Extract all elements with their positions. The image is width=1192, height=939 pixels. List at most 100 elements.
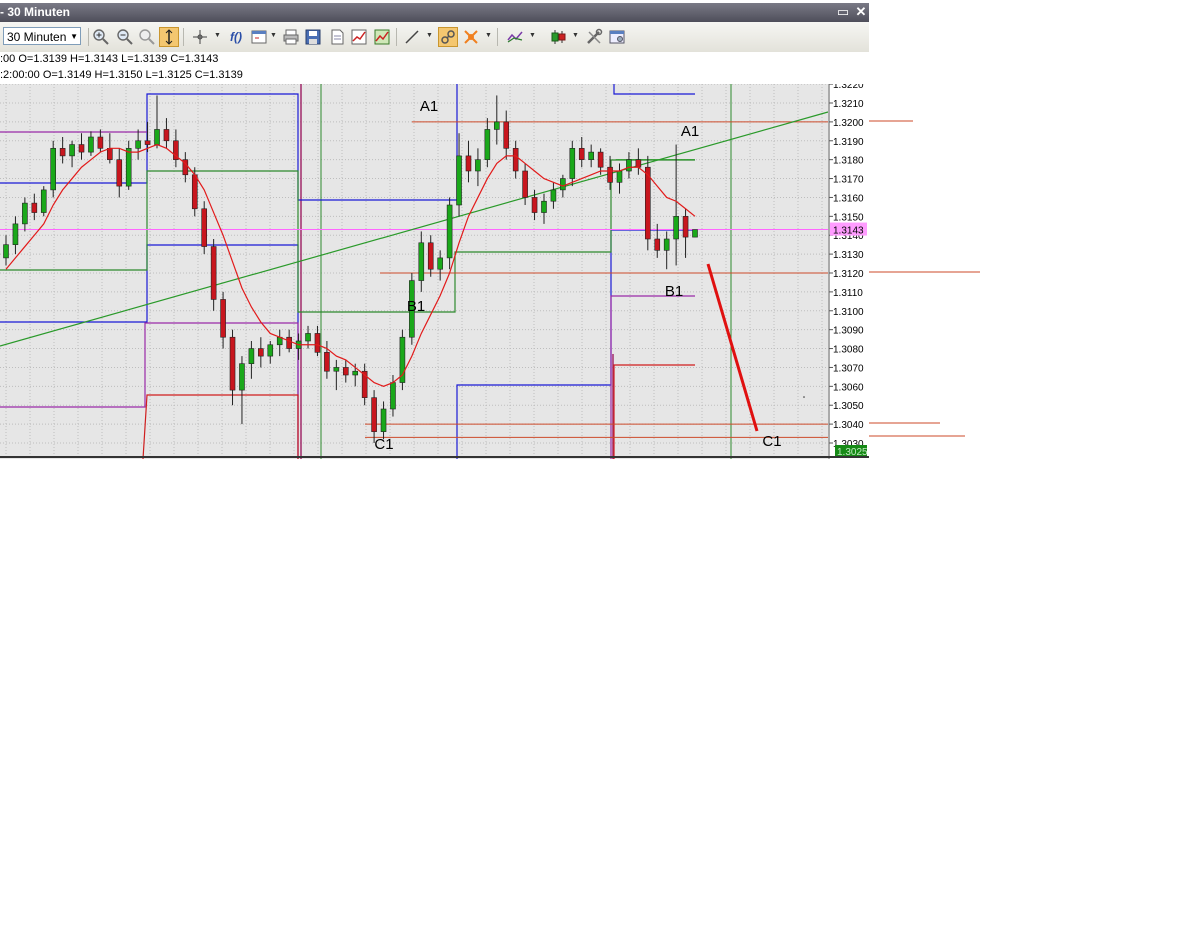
candle-body: [493, 121, 500, 130]
chevron-down-icon[interactable]: ▼: [270, 32, 277, 39]
chevron-down-icon[interactable]: ▼: [529, 32, 536, 39]
page-icon[interactable]: [327, 27, 347, 47]
tools-icon[interactable]: [584, 27, 604, 47]
candle-body: [88, 136, 94, 153]
candle-body: [352, 370, 359, 376]
chevron-down-icon[interactable]: ▼: [485, 32, 492, 39]
separator: [497, 28, 498, 46]
candle-body: [40, 189, 47, 213]
save-chart-icon[interactable]: [372, 27, 392, 47]
timeframe-select[interactable]: 30 Minuten ▼: [3, 27, 81, 45]
ohlc-line-current: :00 O=1.3139 H=1.3143 L=1.3139 C=1.3143: [0, 53, 219, 65]
candle-body: [314, 333, 321, 353]
price-tick-label: 1.3090: [833, 326, 864, 337]
price-tick-label: 1.3190: [833, 137, 864, 148]
candle-body: [569, 148, 576, 179]
candle-body: [607, 166, 613, 183]
price-tick-label: 1.3080: [833, 345, 864, 356]
price-tick-label: 1.3210: [833, 99, 864, 110]
price-tick-label: 1.3060: [833, 382, 864, 393]
candle-body: [154, 129, 160, 145]
chart-icon[interactable]: [349, 27, 369, 47]
price-tick-label: 1.3110: [833, 288, 863, 299]
candle-body: [663, 238, 670, 251]
chevron-down-icon[interactable]: ▼: [572, 32, 579, 39]
candle-body: [324, 352, 330, 372]
price-chart[interactable]: 1.3220 1.3210 1.3200 1.3190 1.3180 1.3170 1.31…: [0, 80, 869, 460]
price-tick-label: 1.3040: [833, 420, 864, 431]
candle-body: [107, 148, 113, 160]
candle-body: [22, 202, 28, 225]
price-tick-label: 1.3130: [833, 250, 864, 261]
candle-body: [626, 159, 632, 172]
toolbar: 30 Minuten ▼ ▼ f() ▼ ▼ ▼ ▼ ▼: [0, 22, 869, 53]
candle-body: [286, 336, 292, 349]
candle-body: [267, 344, 274, 357]
candle-body: [12, 223, 19, 245]
close-button[interactable]: ✕: [853, 4, 869, 20]
current-price-label: 1.3143: [833, 226, 864, 237]
candle-body: [258, 348, 264, 357]
candle-body: [3, 244, 9, 259]
candle-body: [597, 151, 604, 168]
candle-body: [588, 151, 594, 160]
timeframe-value: 30 Minuten: [7, 30, 67, 44]
candle-body: [560, 178, 566, 191]
chart-area[interactable]: 1.3220 1.3210 1.3200 1.3190 1.3180 1.3170 1.31…: [0, 80, 869, 460]
function-icon[interactable]: f(): [226, 27, 246, 47]
candle-body: [616, 170, 623, 183]
properties-icon[interactable]: [607, 27, 627, 47]
separator: [396, 28, 397, 46]
template-icon[interactable]: [249, 27, 269, 47]
crosshair-icon[interactable]: [190, 27, 210, 47]
zoom-out-icon[interactable]: [115, 27, 135, 47]
price-tick-label: 1.3150: [833, 212, 864, 223]
candle-body: [673, 216, 679, 240]
link-icon[interactable]: [438, 27, 458, 47]
candle-body: [210, 246, 217, 300]
candle-body: [446, 204, 453, 259]
candle-body: [31, 202, 38, 213]
price-tick-label: 1.3120: [833, 269, 864, 280]
candle-body: [512, 148, 519, 172]
ohlc-info-bar: :00 O=1.3139 H=1.3143 L=1.3139 C=1.3143 …: [0, 52, 869, 84]
candle-body: [69, 144, 75, 157]
candle-body: [475, 159, 481, 172]
restore-button[interactable]: ▭: [835, 4, 851, 20]
candle-body: [531, 197, 538, 213]
candle-body: [201, 208, 208, 247]
candle-body: [59, 148, 66, 157]
candle-body: [541, 200, 547, 213]
window-title: - 30 Minuten: [0, 5, 71, 19]
magnet-icon[interactable]: [461, 27, 481, 47]
title-bar[interactable]: - 30 Minuten ▭ ✕: [0, 3, 869, 22]
candle-style-icon[interactable]: [548, 27, 568, 47]
candle-body: [437, 257, 443, 270]
chevron-down-icon[interactable]: ▼: [426, 32, 433, 39]
price-tick-label: 1.3050: [833, 401, 864, 412]
candle-body: [220, 299, 226, 338]
candle-body: [418, 242, 425, 281]
chevron-down-icon[interactable]: ▼: [214, 32, 221, 39]
candle-body: [427, 242, 434, 270]
candle-body: [135, 140, 141, 149]
candle-body: [645, 166, 651, 240]
save-icon[interactable]: [303, 27, 323, 47]
print-icon[interactable]: [281, 27, 301, 47]
candle-body: [380, 408, 387, 432]
price-tick-label: 1.3170: [833, 175, 864, 186]
candle-body: [522, 170, 528, 198]
autoscale-icon[interactable]: [159, 27, 179, 47]
zoom-reset-icon[interactable]: [137, 27, 157, 47]
candle-body: [409, 280, 415, 338]
candle-body: [144, 140, 151, 145]
candle-body: [239, 363, 245, 391]
draw-line-icon[interactable]: [402, 27, 422, 47]
zoom-in-icon[interactable]: [91, 27, 111, 47]
chevron-down-icon: ▼: [70, 32, 78, 41]
indicator-icon[interactable]: [505, 27, 525, 47]
candle-body: [654, 238, 661, 251]
candle-body: [333, 367, 340, 372]
candle-body: [97, 136, 104, 149]
price-tick-label: 1.3180: [833, 156, 864, 167]
